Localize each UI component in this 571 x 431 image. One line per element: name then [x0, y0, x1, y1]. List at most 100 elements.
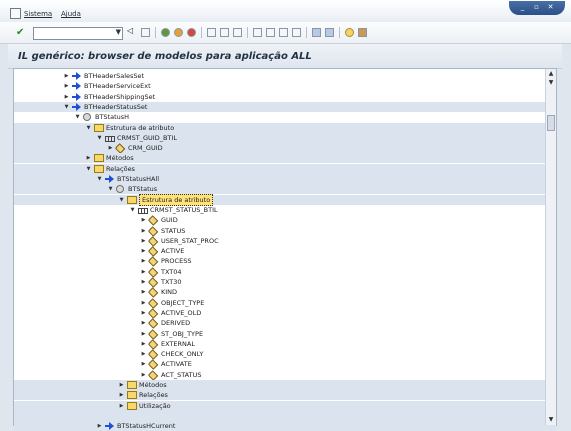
scroll-thumb[interactable] [547, 115, 555, 131]
tree-node-label[interactable]: ACT_STATUS [161, 370, 201, 380]
last-page-icon[interactable] [292, 28, 301, 37]
tree-node-label[interactable]: BTHeaderServiceExt [84, 81, 151, 91]
tree-node-label[interactable]: ACTIVE_OLD [161, 308, 201, 318]
tree-row[interactable]: ▶ BTHeaderShippingSet [14, 92, 556, 102]
expand-toggle-icon[interactable]: ▶ [118, 380, 125, 390]
collapse-toggle-icon[interactable]: ▼ [63, 102, 70, 112]
menu-sistema[interactable]: Sistema [24, 10, 52, 18]
expand-toggle-icon[interactable]: ▶ [140, 287, 147, 297]
tree-row[interactable]: ▶ EXTERNAL [14, 338, 556, 350]
layout-menu-icon[interactable] [358, 28, 367, 37]
expand-toggle-icon[interactable]: ▶ [118, 390, 125, 400]
tree-row[interactable]: ▼ Relações [14, 163, 556, 174]
tree-row[interactable]: ▶ STATUS [14, 225, 556, 237]
expand-toggle-icon[interactable]: ▶ [63, 71, 70, 81]
collapse-toggle-icon[interactable]: ▼ [107, 184, 114, 194]
new-session-icon[interactable] [312, 28, 321, 37]
tree-row[interactable]: ▶ ST_OBJ_TYPE [14, 328, 556, 340]
tree-node-label[interactable]: Utilização [139, 401, 171, 411]
tree-row[interactable]: ▶ PROCESS [14, 256, 556, 268]
tree-row[interactable]: ▶ TXT04 [14, 266, 556, 278]
tree-row[interactable]: ▼ BTStatusH [14, 112, 556, 122]
tree-node-label[interactable]: BTHeaderStatusSet [84, 102, 147, 112]
cancel-icon[interactable] [187, 28, 196, 37]
tree-row[interactable]: ▶ DERIVED [14, 318, 556, 329]
expand-toggle-icon[interactable]: ▶ [85, 153, 92, 163]
expand-toggle-icon[interactable]: ▶ [140, 298, 147, 308]
tree-node-label[interactable]: Métodos [106, 153, 134, 163]
expand-toggle-icon[interactable]: ▶ [140, 339, 147, 349]
expand-toggle-icon[interactable]: ▶ [140, 370, 147, 380]
shortcut-icon[interactable] [325, 28, 334, 37]
collapse-toggle-icon[interactable]: ▼ [85, 123, 92, 133]
tree-node-label[interactable]: CRM_GUID [128, 143, 163, 153]
tree-node-label[interactable]: PROCESS [161, 256, 191, 266]
history-back-icon[interactable]: ◁ [127, 26, 136, 35]
expand-toggle-icon[interactable]: ▶ [140, 349, 147, 359]
tree-node-label[interactable]: BTStatusHAll [117, 174, 159, 184]
tree-row[interactable]: ▶ KIND [14, 287, 556, 299]
tree-row[interactable]: ▼ CRMST_STATUS_BTIL [14, 205, 556, 215]
first-page-icon[interactable] [253, 28, 262, 37]
scroll-down-small-icon[interactable]: ▼ [546, 79, 556, 89]
menu-ajuda[interactable]: Ajuda [61, 10, 81, 18]
tree-node-label[interactable]: Relações [106, 164, 135, 174]
tree-node-label[interactable]: Estrutura de atributo [106, 123, 174, 133]
tree-node-label[interactable]: Métodos [139, 380, 167, 390]
tree-node-label[interactable]: TXT04 [161, 267, 182, 277]
tree-node-label[interactable]: DERIVED [161, 318, 190, 328]
collapse-toggle-icon[interactable]: ▼ [96, 174, 103, 184]
expand-toggle-icon[interactable]: ▶ [96, 421, 103, 431]
command-field[interactable]: ▼ [33, 27, 123, 40]
tree-row[interactable]: ▶ BTHeaderSalesSet [14, 71, 556, 81]
tree-node-label[interactable]: ST_OBJ_TYPE [161, 329, 203, 339]
tree-row[interactable]: ▼ BTHeaderStatusSet [14, 101, 556, 112]
tree-node-label[interactable]: ACTIVE [161, 246, 184, 256]
tree-row[interactable]: ▶ Utilização [14, 400, 556, 411]
tree-row[interactable]: ▼ CRMST_GUID_BTIL [14, 132, 556, 143]
collapse-toggle-icon[interactable]: ▼ [74, 112, 81, 122]
expand-toggle-icon[interactable]: ▶ [140, 359, 147, 369]
expand-toggle-icon[interactable]: ▶ [140, 318, 147, 328]
expand-toggle-icon[interactable]: ▶ [140, 267, 147, 277]
tree-row[interactable]: ▶ Métodos [14, 153, 556, 164]
enter-check-icon[interactable]: ✔ [16, 27, 24, 38]
vertical-scrollbar[interactable]: ▲ ▼ ▼ [545, 69, 556, 425]
tree-row[interactable]: ▶ BTHeaderServiceExt [14, 81, 556, 91]
find-next-icon[interactable] [233, 28, 242, 37]
tree-node-label[interactable]: STATUS [161, 226, 185, 236]
find-icon[interactable] [220, 28, 229, 37]
previous-page-icon[interactable] [266, 28, 275, 37]
tree-row[interactable]: ▶ OBJECT_TYPE [14, 297, 556, 309]
expand-toggle-icon[interactable]: ▶ [140, 226, 147, 236]
expand-toggle-icon[interactable]: ▶ [63, 81, 70, 91]
tree-node-label[interactable]: GUID [161, 215, 178, 225]
tree-row[interactable]: ▶ Relações [14, 390, 556, 401]
collapse-toggle-icon[interactable]: ▼ [129, 205, 136, 215]
expand-toggle-icon[interactable]: ▶ [107, 143, 114, 153]
tree-node-label[interactable]: TXT30 [161, 277, 182, 287]
print-icon[interactable] [207, 28, 216, 37]
tree-row[interactable]: ▶ CRM_GUID [14, 143, 556, 154]
expand-toggle-icon[interactable]: ▶ [140, 256, 147, 266]
tree-node-label[interactable]: Estrutura de atributo [139, 193, 214, 206]
tree-row[interactable]: ▶ ACTIVE_OLD [14, 308, 556, 319]
help-icon[interactable] [345, 28, 354, 37]
tree-row[interactable]: ▼ Estrutura de atributo [14, 193, 556, 206]
close-icon[interactable]: ✕ [545, 3, 556, 12]
tree-node-label[interactable]: BTHeaderShippingSet [84, 92, 155, 102]
scroll-down-icon[interactable]: ▼ [546, 415, 556, 425]
minimize-icon[interactable]: _ [517, 3, 528, 12]
tree-node-label[interactable]: CHECK_ONLY [161, 349, 203, 359]
tree-node-label[interactable]: BTHeaderSalesSet [84, 71, 144, 81]
tree-node-label[interactable]: BTStatusHCurrent [117, 421, 175, 431]
expand-toggle-icon[interactable]: ▶ [140, 246, 147, 256]
tree-node-label[interactable]: USER_STAT_PROC [161, 236, 219, 246]
tree-row[interactable]: ▼ BTStatus [14, 184, 556, 195]
tree-row[interactable] [14, 410, 556, 421]
tree-row[interactable]: ▶ BTStatusHCurrent [14, 421, 556, 431]
next-page-icon[interactable] [279, 28, 288, 37]
collapse-toggle-icon[interactable]: ▼ [85, 164, 92, 174]
tree-node-label[interactable]: KIND [161, 287, 177, 297]
expand-toggle-icon[interactable]: ▶ [140, 308, 147, 318]
